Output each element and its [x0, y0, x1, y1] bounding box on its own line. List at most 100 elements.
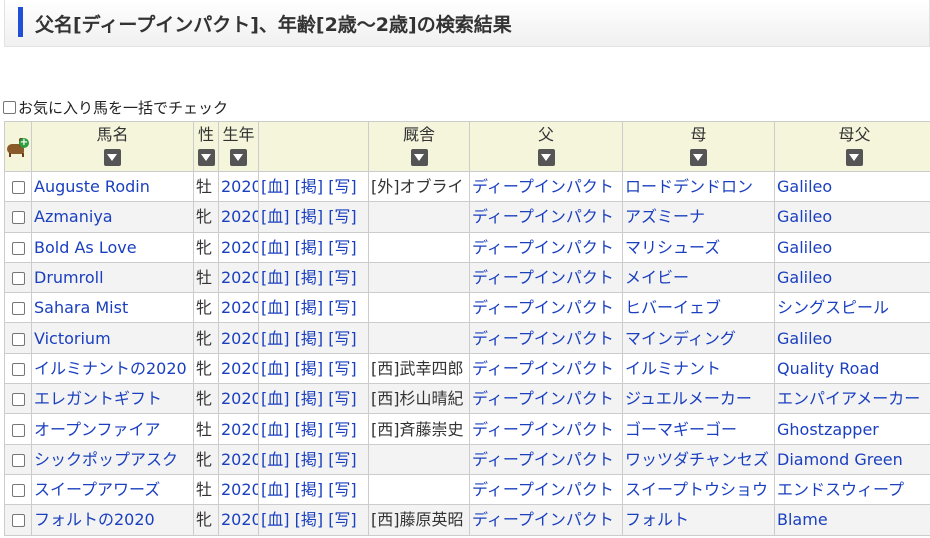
row-check-cell[interactable]: [4, 504, 32, 536]
dam-link[interactable]: スイープトウショウ: [625, 480, 768, 499]
sort-down-icon[interactable]: [846, 149, 863, 166]
dam-link[interactable]: メイビー: [625, 268, 689, 287]
sort-down-icon[interactable]: [410, 149, 428, 166]
dam-link[interactable]: ゴーマギーゴー: [625, 420, 737, 439]
photo-link[interactable]: [写]: [328, 510, 357, 529]
favorite-checkbox[interactable]: [11, 241, 25, 255]
favorite-checkbox[interactable]: [11, 332, 25, 346]
photo-link[interactable]: [写]: [328, 420, 357, 439]
sire-link[interactable]: ディープインパクト: [472, 177, 614, 196]
sire-link[interactable]: ディープインパクト: [472, 480, 614, 499]
birth-year-link[interactable]: 2020: [221, 450, 258, 469]
row-check-cell[interactable]: [4, 292, 32, 324]
row-check-cell[interactable]: [4, 352, 32, 385]
dam-link[interactable]: アズミーナ: [625, 207, 705, 226]
sire-link[interactable]: ディープインパクト: [472, 359, 614, 378]
pedigree-link[interactable]: [血]: [261, 177, 290, 196]
row-check-cell[interactable]: [4, 231, 32, 263]
birth-year-link[interactable]: 2020: [221, 207, 258, 226]
sire-link[interactable]: ディープインパクト: [472, 298, 614, 317]
photo-link[interactable]: [写]: [328, 268, 357, 287]
sire-link[interactable]: ディープインパクト: [472, 207, 614, 226]
row-check-cell[interactable]: [4, 473, 32, 506]
dam-link[interactable]: ワッツダチャンセズ: [625, 450, 769, 469]
damsire-link[interactable]: エンドスウィープ: [777, 480, 904, 499]
pedigree-link[interactable]: [血]: [261, 510, 290, 529]
damsire-link[interactable]: Quality Road: [777, 359, 879, 378]
favorite-checkbox[interactable]: [11, 423, 25, 437]
favorite-checkbox[interactable]: [11, 484, 25, 498]
row-check-cell[interactable]: [4, 443, 32, 475]
damsire-link[interactable]: Ghostzapper: [777, 420, 879, 439]
birth-year-link[interactable]: 2020: [221, 268, 258, 287]
damsire-link[interactable]: Galileo: [777, 177, 832, 196]
photo-link[interactable]: [写]: [328, 359, 357, 378]
sire-link[interactable]: ディープインパクト: [472, 268, 614, 287]
favorite-checkbox[interactable]: [11, 302, 25, 316]
birth-year-link[interactable]: 2020: [221, 298, 258, 317]
favorite-checkbox[interactable]: [11, 272, 25, 286]
damsire-link[interactable]: Blame: [777, 510, 828, 529]
birth-year-link[interactable]: 2020: [221, 510, 258, 529]
row-check-cell[interactable]: [4, 383, 32, 415]
favorite-checkbox[interactable]: [11, 453, 25, 467]
dam-link[interactable]: ヒバーイェブ: [625, 298, 721, 317]
favorite-checkbox[interactable]: [11, 211, 25, 225]
pedigree-link[interactable]: [血]: [261, 359, 290, 378]
photo-link[interactable]: [写]: [328, 480, 357, 499]
birth-year-link[interactable]: 2020: [221, 389, 258, 408]
pedigree-link[interactable]: [血]: [261, 238, 290, 257]
dam-link[interactable]: マインディング: [625, 329, 736, 348]
board-link[interactable]: [掲]: [295, 480, 324, 499]
horse-name-link[interactable]: エレガントギフト: [34, 389, 162, 408]
pedigree-link[interactable]: [血]: [261, 389, 290, 408]
row-check-cell[interactable]: [4, 170, 32, 203]
photo-link[interactable]: [写]: [328, 298, 357, 317]
photo-link[interactable]: [写]: [328, 177, 357, 196]
sort-down-icon[interactable]: [537, 149, 555, 166]
pedigree-link[interactable]: [血]: [261, 268, 290, 287]
horse-name-link[interactable]: Azmaniya: [34, 207, 113, 226]
sort-down-icon[interactable]: [690, 149, 707, 166]
board-link[interactable]: [掲]: [295, 268, 324, 287]
horse-name-link[interactable]: Sahara Mist: [34, 298, 128, 317]
horse-name-link[interactable]: フォルトの2020: [34, 510, 155, 529]
favorite-checkbox[interactable]: [11, 393, 25, 407]
sire-link[interactable]: ディープインパクト: [472, 510, 614, 529]
horse-name-link[interactable]: イルミナントの2020: [34, 359, 187, 378]
horse-plus-icon[interactable]: +: [7, 138, 29, 158]
photo-link[interactable]: [写]: [328, 389, 357, 408]
sire-link[interactable]: ディープインパクト: [472, 420, 614, 439]
dam-link[interactable]: フォルト: [625, 510, 689, 529]
favorite-checkbox[interactable]: [11, 514, 25, 528]
birth-year-link[interactable]: 2020: [221, 238, 258, 257]
damsire-link[interactable]: エンパイアメーカー: [777, 389, 920, 408]
sire-link[interactable]: ディープインパクト: [472, 329, 614, 348]
pedigree-link[interactable]: [血]: [261, 207, 290, 226]
sort-down-icon[interactable]: [104, 149, 121, 166]
horse-name-link[interactable]: スイープアワーズ: [34, 480, 160, 499]
sort-down-icon[interactable]: [230, 149, 247, 166]
board-link[interactable]: [掲]: [295, 359, 324, 378]
sire-link[interactable]: ディープインパクト: [472, 389, 614, 408]
board-link[interactable]: [掲]: [295, 207, 324, 226]
row-check-cell[interactable]: [4, 201, 32, 233]
photo-link[interactable]: [写]: [328, 238, 357, 257]
damsire-link[interactable]: Galileo: [777, 329, 832, 348]
pedigree-link[interactable]: [血]: [261, 420, 290, 439]
sire-link[interactable]: ディープインパクト: [472, 238, 614, 257]
damsire-link[interactable]: Galileo: [777, 238, 832, 257]
sire-link[interactable]: ディープインパクト: [472, 450, 614, 469]
board-link[interactable]: [掲]: [295, 389, 324, 408]
header-favorite-add[interactable]: +: [4, 121, 32, 172]
horse-name-link[interactable]: シックポップアスク: [34, 450, 178, 469]
birth-year-link[interactable]: 2020: [221, 329, 258, 348]
birth-year-link[interactable]: 2020: [221, 359, 258, 378]
board-link[interactable]: [掲]: [295, 298, 324, 317]
check-all-checkbox[interactable]: [3, 100, 16, 114]
photo-link[interactable]: [写]: [328, 207, 357, 226]
damsire-link[interactable]: Galileo: [777, 268, 832, 287]
board-link[interactable]: [掲]: [295, 177, 324, 196]
row-check-cell[interactable]: [4, 413, 32, 445]
favorite-checkbox[interactable]: [11, 181, 25, 195]
